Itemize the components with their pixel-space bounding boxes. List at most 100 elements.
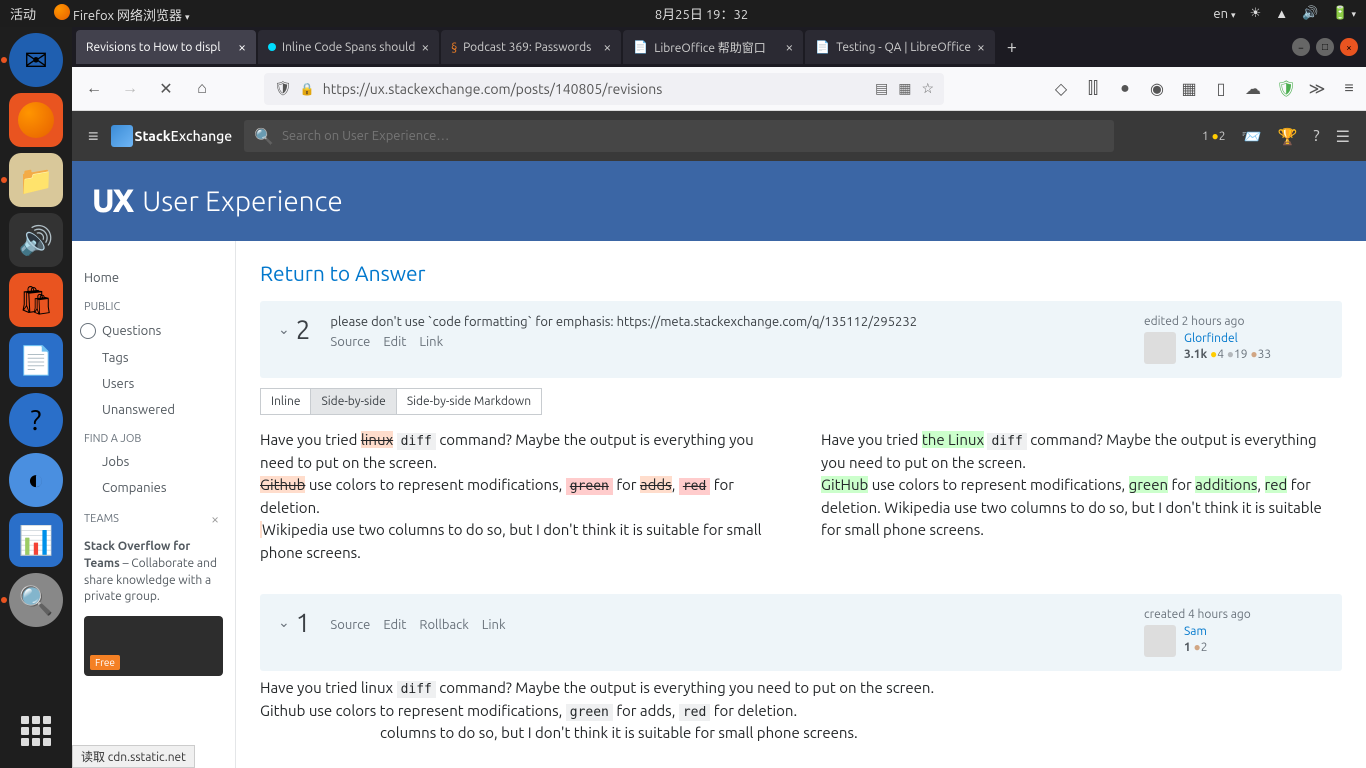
teams-close-icon[interactable]: × bbox=[211, 511, 223, 527]
status-bar: 读取 cdn.sstatic.net bbox=[72, 745, 195, 768]
ux-icon: UX bbox=[92, 183, 132, 219]
inbox-icon[interactable]: 📨 bbox=[1242, 127, 1262, 146]
qr-icon[interactable]: ▦ bbox=[898, 80, 911, 97]
tab-inline[interactable]: Inline bbox=[260, 388, 311, 415]
window-close[interactable]: × bbox=[1340, 38, 1358, 56]
loading-icon bbox=[268, 43, 276, 51]
overflow-icon[interactable]: ≫ bbox=[1308, 79, 1326, 98]
nav-home[interactable]: Home bbox=[72, 265, 235, 291]
close-icon[interactable]: × bbox=[977, 39, 985, 55]
clock[interactable]: 8月25日 19：32 bbox=[190, 4, 1214, 23]
launcher-software[interactable]: 🛍 bbox=[9, 273, 63, 327]
window-maximize[interactable]: □ bbox=[1316, 38, 1334, 56]
main-content: Return to Answer ⌄ 2 please don't use `c… bbox=[236, 241, 1366, 768]
ext-icon-1[interactable]: ● bbox=[1116, 79, 1134, 98]
back-button[interactable]: ← bbox=[80, 75, 108, 103]
reader-icon[interactable]: ▤ bbox=[875, 80, 888, 97]
tab-1[interactable]: Revisions to How to displ× bbox=[76, 30, 256, 64]
reputation[interactable]: 1 ●2 bbox=[1202, 129, 1226, 143]
url-bar[interactable]: 🛡 🔒 https://ux.stackexchange.com/posts/1… bbox=[264, 73, 944, 105]
rollback-link[interactable]: Rollback bbox=[419, 618, 468, 632]
launcher-firefox[interactable] bbox=[9, 93, 63, 147]
tab-side-by-side-markdown[interactable]: Side-by-side Markdown bbox=[397, 388, 542, 415]
user-link[interactable]: Glorfindel bbox=[1184, 332, 1271, 345]
search-icon: 🔍 bbox=[254, 127, 274, 146]
battery-icon[interactable]: 🔋 bbox=[1332, 6, 1356, 21]
globe-icon bbox=[80, 323, 96, 339]
launcher: ✉ 📁 🔊 🛍 📄 ? ◐ 📊 🔍 bbox=[0, 27, 72, 768]
network-icon[interactable]: ▲ bbox=[1275, 6, 1288, 21]
se-menu-icon[interactable]: ☰ bbox=[1336, 127, 1350, 146]
launcher-magnifier[interactable]: 🔍 bbox=[9, 573, 63, 627]
site-logo[interactable]: UX User Experience bbox=[92, 183, 343, 219]
se-logo[interactable]: StackExchange bbox=[111, 125, 233, 147]
ext-icon-4[interactable]: ▯ bbox=[1212, 79, 1230, 98]
close-icon[interactable]: × bbox=[421, 39, 429, 55]
chevron-down-icon[interactable]: ⌄ bbox=[278, 321, 290, 338]
nav-users[interactable]: Users bbox=[72, 371, 235, 397]
ubuntu-topbar: 活动 Firefox 网络浏览器 8月25日 19：32 en ☀ ▲ 🔊 🔋 bbox=[0, 0, 1366, 27]
new-tab-button[interactable]: + bbox=[997, 37, 1027, 57]
close-icon[interactable]: × bbox=[785, 39, 793, 55]
nav-jobs[interactable]: Jobs bbox=[72, 449, 235, 475]
volume-icon[interactable]: 🔊 bbox=[1302, 6, 1318, 21]
teams-promo-image[interactable]: Free bbox=[84, 616, 223, 676]
close-icon[interactable]: × bbox=[238, 39, 246, 55]
nav-companies[interactable]: Companies bbox=[72, 475, 235, 501]
tab-4[interactable]: 📄LibreOffice 帮助窗口× bbox=[623, 30, 803, 64]
pocket-icon[interactable]: ◇ bbox=[1052, 79, 1070, 98]
tab-5[interactable]: 📄Testing - QA | LibreOffice× bbox=[805, 30, 995, 64]
se-hamburger-icon[interactable]: ≡ bbox=[88, 126, 99, 147]
return-link[interactable]: Return to Answer bbox=[260, 261, 1342, 285]
ext-icon-6[interactable]: 🛡 bbox=[1276, 79, 1294, 98]
source-link[interactable]: Source bbox=[330, 335, 370, 349]
search-input[interactable] bbox=[282, 129, 1104, 143]
tab-2[interactable]: Inline Code Spans should× bbox=[258, 30, 439, 64]
nav-tags[interactable]: Tags bbox=[72, 345, 235, 371]
se-search[interactable]: 🔍 bbox=[244, 120, 1114, 152]
home-button[interactable]: ⌂ bbox=[188, 75, 216, 103]
launcher-writer[interactable]: 📄 bbox=[9, 333, 63, 387]
app-indicator[interactable]: Firefox 网络浏览器 bbox=[54, 4, 190, 24]
lang-indicator[interactable]: en bbox=[1213, 7, 1235, 21]
trophy-icon[interactable]: 🏆 bbox=[1278, 127, 1298, 146]
help-icon[interactable]: ? bbox=[1313, 127, 1319, 145]
stop-button[interactable]: ✕ bbox=[152, 75, 180, 103]
shield-icon[interactable]: 🛡 bbox=[274, 80, 292, 97]
chevron-down-icon[interactable]: ⌄ bbox=[278, 614, 290, 631]
ext-icon-2[interactable]: ◉ bbox=[1148, 79, 1166, 98]
browser-window: Revisions to How to displ× Inline Code S… bbox=[72, 27, 1366, 768]
library-icon[interactable]: ⫿⫿ bbox=[1084, 79, 1102, 98]
launcher-chromium[interactable]: ◐ bbox=[9, 453, 63, 507]
brightness-icon[interactable]: ☀ bbox=[1250, 6, 1262, 21]
nav-questions[interactable]: Questions bbox=[72, 317, 235, 345]
user-link[interactable]: Sam bbox=[1184, 625, 1208, 638]
menu-icon[interactable]: ≡ bbox=[1340, 79, 1358, 98]
launcher-vbox[interactable]: 📊 bbox=[9, 513, 63, 567]
ext-icon-5[interactable]: ☁ bbox=[1244, 79, 1262, 98]
tab-3[interactable]: §Podcast 369: Passwords× bbox=[441, 30, 621, 64]
nav-unanswered[interactable]: Unanswered bbox=[72, 397, 235, 423]
launcher-apps[interactable] bbox=[9, 704, 63, 758]
avatar[interactable] bbox=[1144, 625, 1176, 657]
launcher-files[interactable]: 📁 bbox=[9, 153, 63, 207]
source-link[interactable]: Source bbox=[330, 618, 370, 632]
user-reputation: 3.1k ●4 ●19 ●33 bbox=[1184, 347, 1271, 361]
link-link[interactable]: Link bbox=[482, 618, 506, 632]
launcher-rhythmbox[interactable]: 🔊 bbox=[9, 213, 63, 267]
ext-icon-3[interactable]: ▦ bbox=[1180, 79, 1198, 98]
window-minimize[interactable]: − bbox=[1292, 38, 1310, 56]
close-icon[interactable]: × bbox=[603, 39, 611, 55]
lock-icon[interactable]: 🔒 bbox=[300, 82, 315, 96]
link-link[interactable]: Link bbox=[419, 335, 443, 349]
tab-side-by-side[interactable]: Side-by-side bbox=[311, 388, 396, 415]
forward-button[interactable]: → bbox=[116, 75, 144, 103]
activities-button[interactable]: 活动 bbox=[10, 4, 36, 23]
edit-link[interactable]: Edit bbox=[383, 618, 406, 632]
launcher-thunderbird[interactable]: ✉ bbox=[9, 33, 63, 87]
diff-view-tabs: Inline Side-by-side Side-by-side Markdow… bbox=[260, 388, 1342, 415]
bookmark-icon[interactable]: ☆ bbox=[921, 80, 934, 97]
edit-link[interactable]: Edit bbox=[383, 335, 406, 349]
launcher-help[interactable]: ? bbox=[9, 393, 63, 447]
avatar[interactable] bbox=[1144, 332, 1176, 364]
